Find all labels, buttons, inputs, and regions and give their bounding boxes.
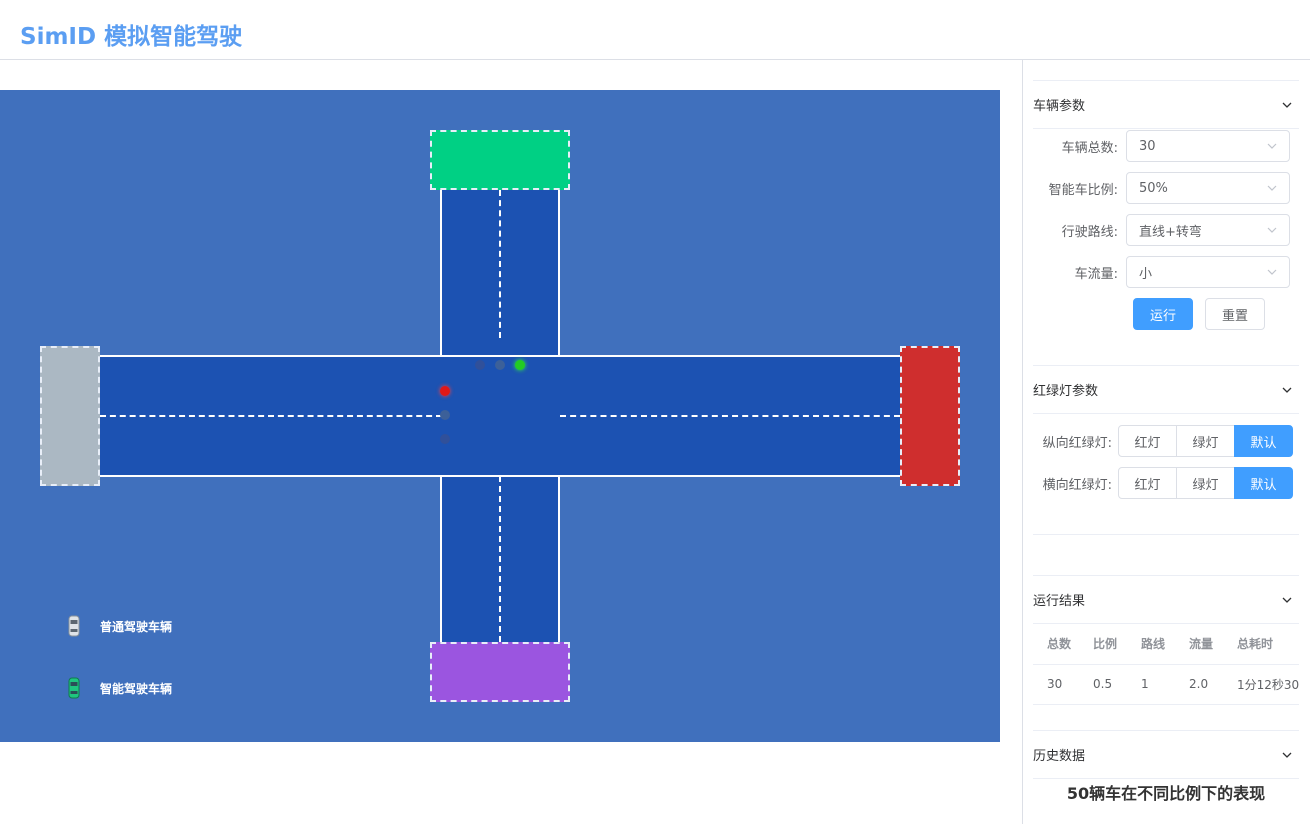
route-value: 直线+转弯 [1139,224,1202,240]
gray-car-icon [68,615,80,637]
chevron-down-icon [1281,594,1293,606]
traffic-light-north-red [475,360,485,370]
light-params-title: 红绿灯参数 [1033,384,1099,399]
chevron-down-icon [1281,384,1293,396]
vertical-light-radio-group: 红灯 绿灯 默认 [1118,425,1293,457]
table-cell: 2.0 [1175,664,1223,705]
results-table: 总数 比例 路线 流量 总耗时 30 0.5 1 2.0 1分12秒30 [1033,624,1299,705]
route-label: 行驶路线: [1061,224,1118,240]
traffic-flow-label: 车流量: [1074,266,1118,282]
north-zone [430,130,570,190]
horizontal-light-red-option[interactable]: 红灯 [1118,467,1177,499]
column-header: 路线 [1127,624,1175,665]
smart-ratio-select[interactable]: 50% [1126,172,1290,204]
traffic-flow-select[interactable]: 小 [1126,256,1290,288]
total-vehicles-label: 车辆总数: [1061,140,1118,156]
smart-ratio-row: 智能车比例: 50% [1023,172,1310,204]
lane-divider-left [100,415,442,417]
app-title: SimID 模拟智能驾驶 [20,24,243,50]
vertical-light-default-option[interactable]: 默认 [1234,425,1293,457]
chevron-down-icon [1281,749,1293,761]
column-header: 总耗时 [1223,624,1299,665]
total-vehicles-value: 30 [1139,138,1156,154]
history-header[interactable]: 历史数据 [1033,731,1299,779]
table-row: 30 0.5 1 2.0 1分12秒30 [1033,664,1299,705]
run-button[interactable]: 运行 [1133,298,1193,330]
traffic-light-north-yellow [495,360,505,370]
smart-ratio-value: 50% [1139,180,1168,196]
traffic-flow-value: 小 [1139,266,1153,282]
horizontal-light-radio-group: 红灯 绿灯 默认 [1118,467,1293,499]
vertical-light-red-option[interactable]: 红灯 [1118,425,1177,457]
control-panel: 车辆参数 车辆总数: 30 智能车比例: 50% 行驶路线: 直线+转弯 车流量… [1022,60,1310,824]
south-zone [430,642,570,702]
traffic-light-west-green [440,434,450,444]
table-cell: 1分12秒30 [1223,664,1299,705]
results-title: 运行结果 [1033,594,1086,609]
horizontal-light-green-option[interactable]: 绿灯 [1176,467,1235,499]
lane-divider-bottom [499,476,501,642]
west-zone [40,346,100,486]
reset-button[interactable]: 重置 [1205,298,1265,330]
horizontal-light-label: 横向红绿灯: [1042,477,1112,493]
vertical-light-row: 纵向红绿灯: 红灯 绿灯 默认 [1023,425,1310,457]
green-car-icon [68,677,80,699]
table-header-row: 总数 比例 路线 流量 总耗时 [1033,624,1299,665]
divider [1033,534,1299,535]
traffic-light-north-green [515,360,525,370]
vertical-light-green-option[interactable]: 绿灯 [1176,425,1235,457]
horizontal-light-row: 横向红绿灯: 红灯 绿灯 默认 [1023,467,1310,499]
results-header[interactable]: 运行结果 [1033,576,1299,624]
chevron-down-icon [1267,269,1277,275]
legend-smart-label: 智能驾驶车辆 [100,681,173,696]
column-header: 流量 [1175,624,1223,665]
route-select[interactable]: 直线+转弯 [1126,214,1290,246]
light-params-header[interactable]: 红绿灯参数 [1033,366,1299,414]
app-header: SimID 模拟智能驾驶 [0,0,1310,60]
table-cell: 1 [1127,664,1175,705]
vehicle-params-title: 车辆参数 [1033,99,1086,114]
traffic-light-west-yellow [440,410,450,420]
simulation-canvas: 普通驾驶车辆 智能驾驶车辆 [0,90,1000,742]
table-cell: 30 [1033,664,1079,705]
vehicle-params-header[interactable]: 车辆参数 [1033,81,1299,129]
smart-ratio-label: 智能车比例: [1048,182,1118,198]
horizontal-light-default-option[interactable]: 默认 [1234,467,1293,499]
chevron-down-icon [1267,143,1277,149]
column-header: 比例 [1079,624,1127,665]
history-title: 历史数据 [1033,749,1086,764]
legend-normal-vehicle: 普通驾驶车辆 [68,614,172,638]
lane-divider-right [560,415,900,417]
total-vehicles-select[interactable]: 30 [1126,130,1290,162]
chevron-down-icon [1267,185,1277,191]
traffic-flow-row: 车流量: 小 [1023,256,1310,288]
total-vehicles-row: 车辆总数: 30 [1023,130,1310,162]
legend-smart-vehicle: 智能驾驶车辆 [68,676,172,700]
column-header: 总数 [1033,624,1079,665]
traffic-light-west-red [440,386,450,396]
east-zone [900,346,960,486]
history-chart-title: 50辆车在不同比例下的表现 [1066,784,1266,803]
chevron-down-icon [1281,99,1293,111]
intersection [442,357,558,475]
chevron-down-icon [1267,227,1277,233]
route-row: 行驶路线: 直线+转弯 [1023,214,1310,246]
lane-divider-top [499,190,501,338]
vertical-light-label: 纵向红绿灯: [1042,435,1112,451]
legend-normal-label: 普通驾驶车辆 [100,619,173,634]
table-cell: 0.5 [1079,664,1127,705]
